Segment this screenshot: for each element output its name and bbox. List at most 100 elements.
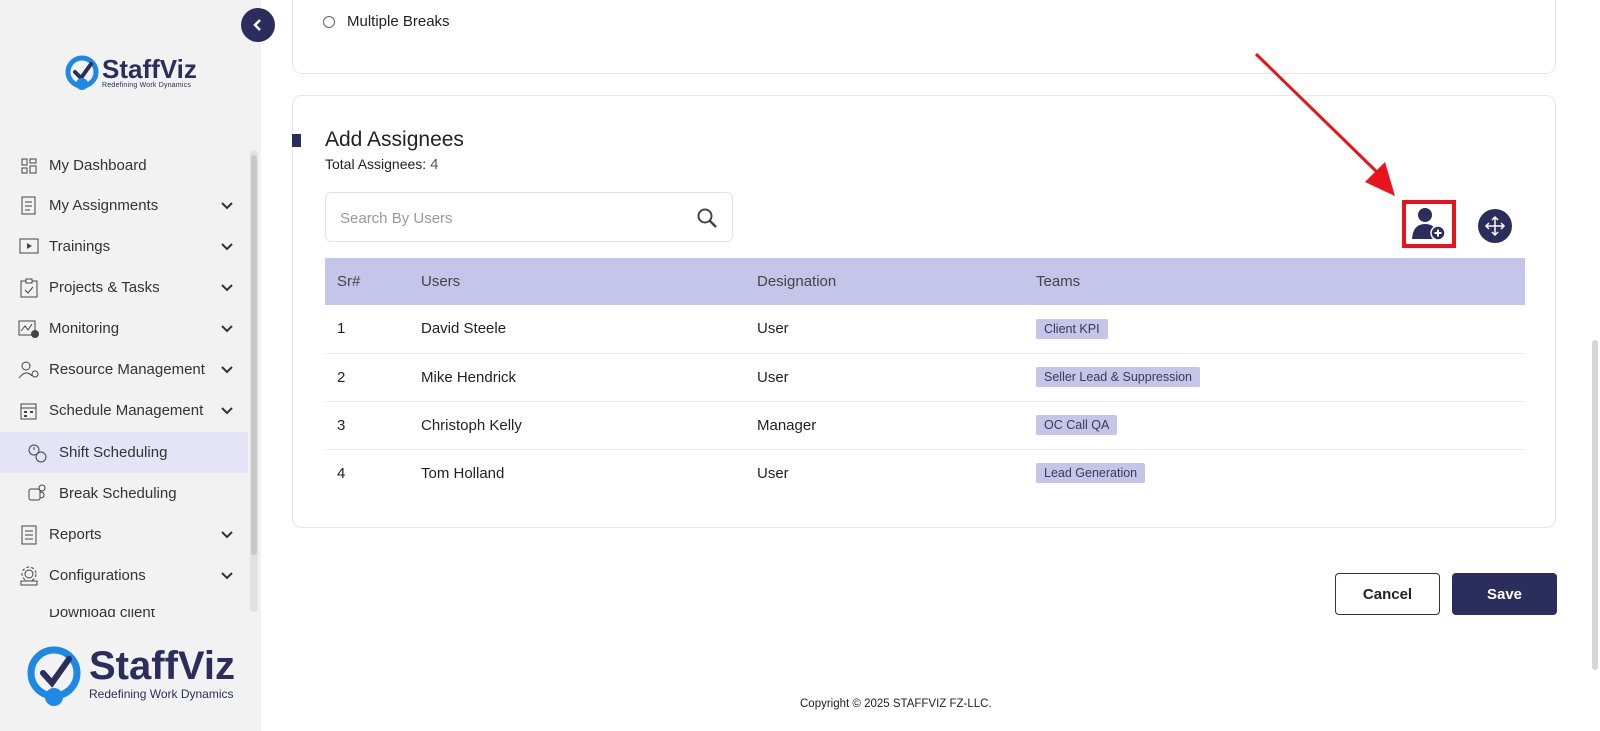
sidebar-item-projects-tasks[interactable]: Projects & Tasks: [0, 267, 248, 308]
cell-team: OC Call QA: [1024, 401, 1525, 450]
assignments-icon: [18, 195, 40, 217]
shift-icon: [26, 442, 48, 464]
save-button[interactable]: Save: [1452, 573, 1557, 615]
cell-sr: 3: [325, 401, 409, 450]
cell-sr: 2: [325, 353, 409, 402]
cell-sr: 4: [337, 464, 346, 482]
sidebar-item-label: Monitoring: [49, 320, 120, 337]
break-icon: [26, 483, 48, 505]
column-header-designation: Designation: [745, 258, 1024, 305]
cell-user: David Steele: [409, 305, 745, 354]
total-assignees: Total Assignees: 4: [325, 156, 438, 173]
logo-mark-icon: [27, 646, 81, 706]
multiple-breaks-label: Multiple Breaks: [347, 13, 450, 30]
chevron-down-icon[interactable]: [220, 528, 234, 542]
section-title: Add Assignees: [325, 128, 464, 151]
table-row[interactable]: 3 Christoph Kelly Manager OC Call QA: [325, 401, 1525, 450]
sidebar-item-label: My Dashboard: [49, 157, 147, 174]
sidebar-collapse-button[interactable]: [241, 8, 275, 42]
cell-team: Client KPI: [1024, 305, 1525, 354]
sidebar-item-label: Break Scheduling: [59, 485, 177, 502]
clipboard-icon: [18, 277, 40, 299]
sidebar-item-shift-scheduling[interactable]: Shift Scheduling: [0, 432, 248, 473]
sidebar-item-label: Shift Scheduling: [59, 444, 168, 461]
multiple-breaks-radio[interactable]: [323, 15, 335, 28]
sidebar-item-label: Projects & Tasks: [49, 279, 160, 296]
footer-copyright: Copyright © 2025 STAFFVIZ FZ-LLC.: [800, 698, 992, 710]
sidebar-item-download-client[interactable]: Download client: [49, 609, 155, 617]
total-assignees-label: Total Assignees:: [325, 156, 427, 172]
sidebar-scrollbar-thumb[interactable]: [251, 155, 257, 555]
logo-text: StaffViz: [89, 644, 235, 688]
chevron-down-icon[interactable]: [220, 404, 234, 418]
multiple-breaks-option[interactable]: Multiple Breaks: [323, 13, 450, 30]
sidebar-item-label: My Assignments: [49, 197, 159, 214]
table-header-row: Sr# Users Designation Teams: [325, 258, 1525, 305]
cell-user: Christoph Kelly: [409, 401, 745, 450]
table-row[interactable]: 1 David Steele User Client KPI: [325, 305, 1525, 354]
logo-mark-icon: [65, 55, 99, 90]
chevron-down-icon[interactable]: [220, 569, 234, 583]
logo-tagline: Redefining Work Dynamics: [89, 687, 234, 701]
logo-tagline: Redefining Work Dynamics: [102, 81, 192, 89]
sidebar-item-label: Resource Management: [49, 361, 205, 378]
cell-designation: User: [745, 353, 1024, 402]
play-icon: [18, 236, 40, 258]
team-badge: Lead Generation: [1036, 463, 1146, 484]
sidebar-item-reports[interactable]: Reports: [0, 514, 248, 555]
report-icon: [18, 524, 40, 546]
cancel-button[interactable]: Cancel: [1335, 573, 1440, 615]
search-input[interactable]: [340, 206, 670, 230]
section-marker: [292, 134, 301, 147]
calendar-icon: [18, 400, 40, 422]
chevron-down-icon[interactable]: [220, 281, 234, 295]
column-header-users: Users: [409, 258, 745, 305]
page-scrollbar[interactable]: [1592, 340, 1598, 670]
column-header-sr: Sr#: [325, 258, 409, 305]
break-options-card: [292, 0, 1556, 74]
brand-logo-bottom: StaffViz Redefining Work Dynamics: [24, 645, 244, 707]
brand-logo-top[interactable]: StaffViz Redefining Work Dynamics: [64, 52, 204, 92]
sidebar-item-break-scheduling[interactable]: Break Scheduling: [0, 473, 248, 514]
team-badge: Client KPI: [1036, 318, 1108, 339]
sidebar-item-schedule-management[interactable]: Schedule Management: [0, 390, 248, 431]
column-header-teams: Teams: [1024, 258, 1525, 305]
table-row[interactable]: 2 Mike Hendrick User Seller Lead & Suppr…: [325, 353, 1525, 402]
chevron-down-icon[interactable]: [220, 240, 234, 254]
cell-designation: User: [745, 305, 1024, 354]
sidebar-item-label: Schedule Management: [49, 402, 204, 419]
cell-designation: Manager: [745, 401, 1024, 450]
table-row[interactable]: 4 Tom Holland User Lead Generation: [325, 449, 1525, 497]
sidebar-nav: My Dashboard My Assignments Trainings Pr…: [0, 145, 248, 607]
search-icon[interactable]: [696, 207, 718, 229]
user-gear-icon: [18, 359, 40, 381]
sidebar-item-monitoring[interactable]: Monitoring: [0, 308, 248, 349]
cell-sr: 1: [325, 305, 409, 354]
chevron-left-icon: [253, 19, 261, 31]
dashboard-icon: [18, 155, 40, 177]
monitoring-icon: [18, 318, 40, 340]
chevron-down-icon[interactable]: [220, 199, 234, 213]
move-button[interactable]: [1478, 209, 1512, 243]
cell-team: Lead Generation: [1024, 449, 1525, 497]
total-assignees-count: 4: [430, 156, 439, 173]
sidebar-item-label: Trainings: [49, 238, 111, 255]
move-arrows-icon: [1484, 215, 1506, 237]
sidebar-item-resource-management[interactable]: Resource Management: [0, 349, 248, 390]
sidebar: StaffViz Redefining Work Dynamics My Das…: [0, 0, 261, 731]
cell-user: Tom Holland: [421, 464, 505, 482]
cell-user: Mike Hendrick: [409, 353, 745, 402]
team-badge: OC Call QA: [1036, 415, 1118, 435]
chevron-down-icon[interactable]: [220, 322, 234, 336]
add-user-button[interactable]: [1402, 200, 1456, 248]
sidebar-item-configurations[interactable]: Configurations: [0, 555, 248, 596]
assignees-table: Sr# Users Designation Teams 1 David Stee…: [325, 258, 1525, 497]
sidebar-item-trainings[interactable]: Trainings: [0, 226, 248, 267]
sidebar-item-my-assignments[interactable]: My Assignments: [0, 185, 248, 226]
chevron-down-icon[interactable]: [220, 363, 234, 377]
cell-team: Seller Lead & Suppression: [1024, 353, 1525, 402]
sidebar-item-my-dashboard[interactable]: My Dashboard: [0, 145, 248, 186]
sidebar-item-label: Configurations: [49, 567, 146, 584]
logo-text: StaffViz: [102, 53, 197, 84]
config-icon: [18, 565, 40, 587]
